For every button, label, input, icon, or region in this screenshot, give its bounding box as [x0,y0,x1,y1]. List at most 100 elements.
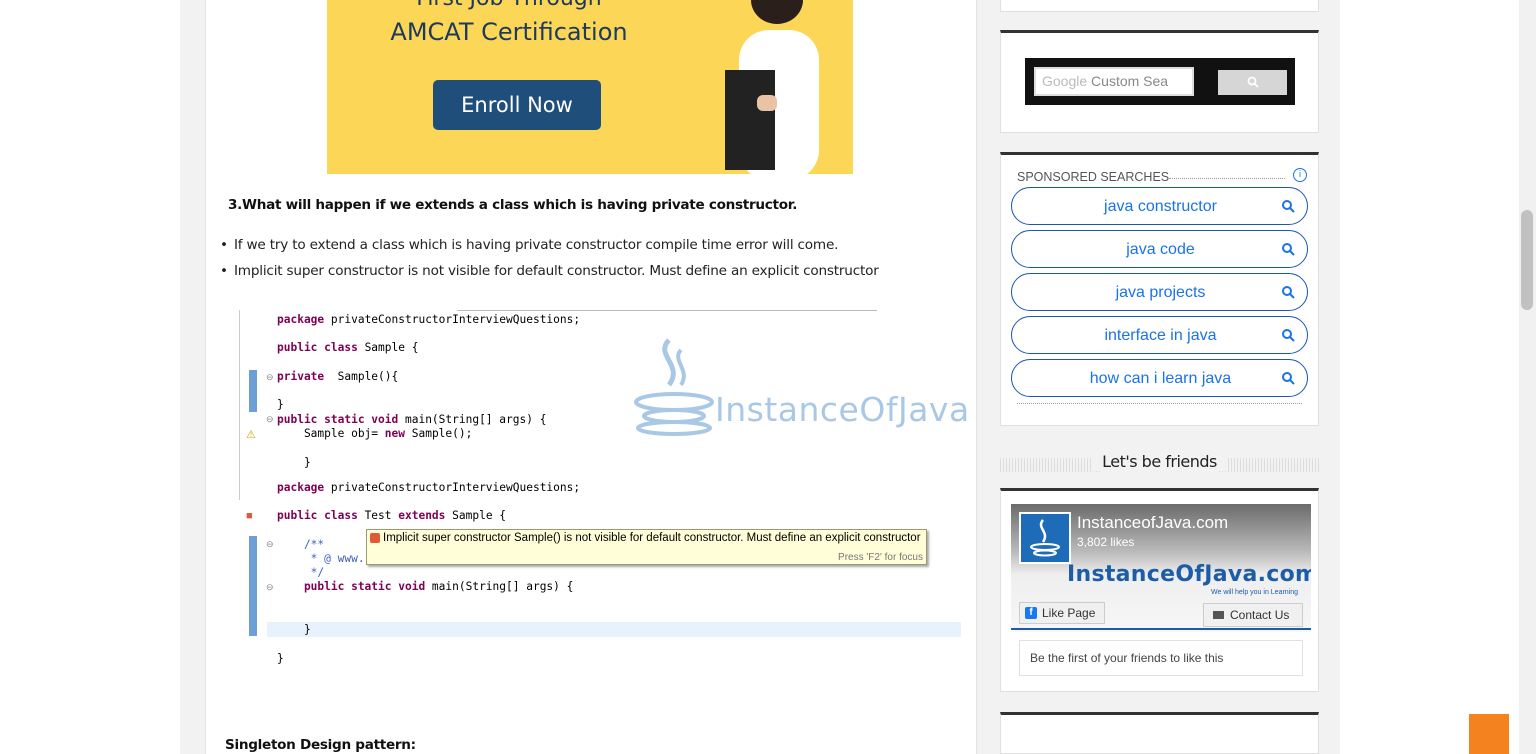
tooltip-message: Implicit super constructor Sample() is n… [383,532,921,544]
code-keyword: package [277,313,325,326]
mail-icon [1213,611,1224,619]
java-cup-icon [1030,519,1060,557]
like-page-label: Like Page [1042,606,1096,620]
facebook-page-name[interactable]: InstanceofJava.com [1077,513,1228,533]
code-text: main(String[] args) { [398,413,547,426]
search-icon [1247,76,1259,88]
sponsored-search-label: java code [1126,241,1195,258]
fold-icon: ⊖ [266,414,274,424]
code-keyword: package [277,481,325,494]
error-icon: ■ [246,510,253,522]
list-item: If we try to extend a class which is hav… [220,237,879,263]
code-comment: */ [277,566,325,579]
search-icon [1282,200,1295,213]
banner-title: AMCAT Certification [390,18,628,46]
sponsored-search-item[interactable]: how can i learn java [1011,359,1308,397]
contact-us-button[interactable]: Contact Us [1203,603,1303,627]
java-cup-icon [634,338,714,436]
sponsored-search-label: how can i learn java [1089,370,1232,387]
search-widget: Google Custom Sea [1000,30,1319,133]
code-text: Sample(); [405,427,473,440]
code-line: public static void main(String[] args) { [277,413,546,426]
sponsored-search-item[interactable]: java constructor [1011,187,1308,225]
search-icon [1282,329,1295,342]
error-tooltip: Implicit super constructor Sample() is n… [366,529,927,565]
custom-search: Google Custom Sea [1025,58,1295,105]
code-screenshot: package privateConstructorInterviewQuest… [239,310,969,682]
page-scrollbar[interactable] [1519,0,1536,754]
amcat-banner-ad[interactable]: First Job Through AMCAT Certification En… [327,0,853,174]
cover-brand-text: InstanceOfJava.com [1067,562,1311,587]
sidebar-widget-top [1000,0,1319,12]
error-icon [370,533,380,543]
gutter-marker [249,536,257,636]
watermark-text: InstanceOfJava [715,390,970,429]
code-text: Sample(){ [324,370,399,383]
scrollbar-thumb[interactable] [1521,210,1533,310]
question-heading: 3.What will happen if we extends a class… [228,197,798,213]
sponsored-searches-widget: SPONSORED SEARCHES i java constructor ja… [1000,152,1319,426]
sponsored-search-label: interface in java [1104,327,1217,344]
sponsored-title: SPONSORED SEARCHES [1017,170,1170,184]
code-keyword: public static void [277,413,399,426]
code-comment: /** [277,538,325,551]
sponsored-search-item[interactable]: interface in java [1011,316,1308,354]
sponsored-search-item[interactable]: java projects [1011,273,1308,311]
code-line: Sample obj= new Sample(); [277,427,472,440]
sidebar-widget-next [1000,712,1319,754]
facebook-page-widget: InstanceofJava.com 3,802 likes InstanceO… [1000,488,1319,692]
code-line: public class Sample { [277,341,418,354]
code-text: Sample { [445,509,507,522]
code-keyword: extends [398,509,446,522]
sponsored-search-label: java projects [1115,284,1206,301]
code-line: package privateConstructorInterviewQuest… [277,481,580,494]
widget-title: Let's be friends [1000,452,1319,471]
section-heading: Singleton Design pattern: [225,737,416,753]
code-line: public class Test extends Sample { [277,509,506,522]
search-input[interactable]: Google Custom Sea [1034,67,1194,96]
code-line: package privateConstructorInterviewQuest… [277,313,580,326]
fold-icon: ⊖ [266,372,274,382]
contact-us-label: Contact Us [1230,608,1290,622]
search-icon [1282,286,1295,299]
google-logo-text: Google [1042,73,1088,89]
divider [1017,403,1302,404]
code-text: privateConstructorInterviewQuestions; [324,481,581,494]
code-keyword: public class [277,509,358,522]
tooltip-hint: Press 'F2' for focus [838,552,923,563]
search-icon [1282,372,1295,385]
warning-icon: ⚠ [246,429,256,441]
facebook-page-cover[interactable]: InstanceofJava.com 3,802 likes InstanceO… [1011,504,1311,632]
search-button[interactable] [1218,70,1287,95]
person-illustration [725,0,819,174]
widget-title-text: Let's be friends [1092,452,1227,471]
sponsored-search-item[interactable]: java code [1011,230,1308,268]
fold-icon: ⊖ [266,539,274,549]
code-line: } [277,456,311,469]
divider [1169,178,1285,179]
like-page-button[interactable]: f Like Page [1019,602,1105,624]
code-keyword: public static void [277,580,426,593]
page-avatar[interactable] [1019,512,1071,564]
code-keyword: private [277,370,325,383]
divider [239,310,240,500]
instanceofjava-watermark: InstanceOfJava [629,330,969,440]
code-line: public static void main(String[] args) { [277,580,573,593]
code-line: } [277,398,284,411]
code-text: Sample { [357,341,419,354]
code-comment: * @ www. [277,552,365,565]
friends-widget-header: Let's be friends [1000,450,1319,480]
divider [457,310,877,311]
search-icon [1282,243,1295,256]
back-to-top-button[interactable] [1469,714,1509,754]
code-text: Sample obj= [277,427,385,440]
code-text: Test [357,509,399,522]
sponsored-search-label: java constructor [1104,198,1217,215]
info-icon[interactable]: i [1293,168,1307,182]
banner-top-text: First Job Through [379,0,639,11]
answer-bullet-list: If we try to extend a class which is hav… [220,237,879,289]
facebook-likes-count: 3,802 likes [1077,535,1135,549]
enroll-now-button[interactable]: Enroll Now [433,80,601,130]
code-text: main(String[] args) { [425,580,574,593]
code-line: } [277,652,284,665]
